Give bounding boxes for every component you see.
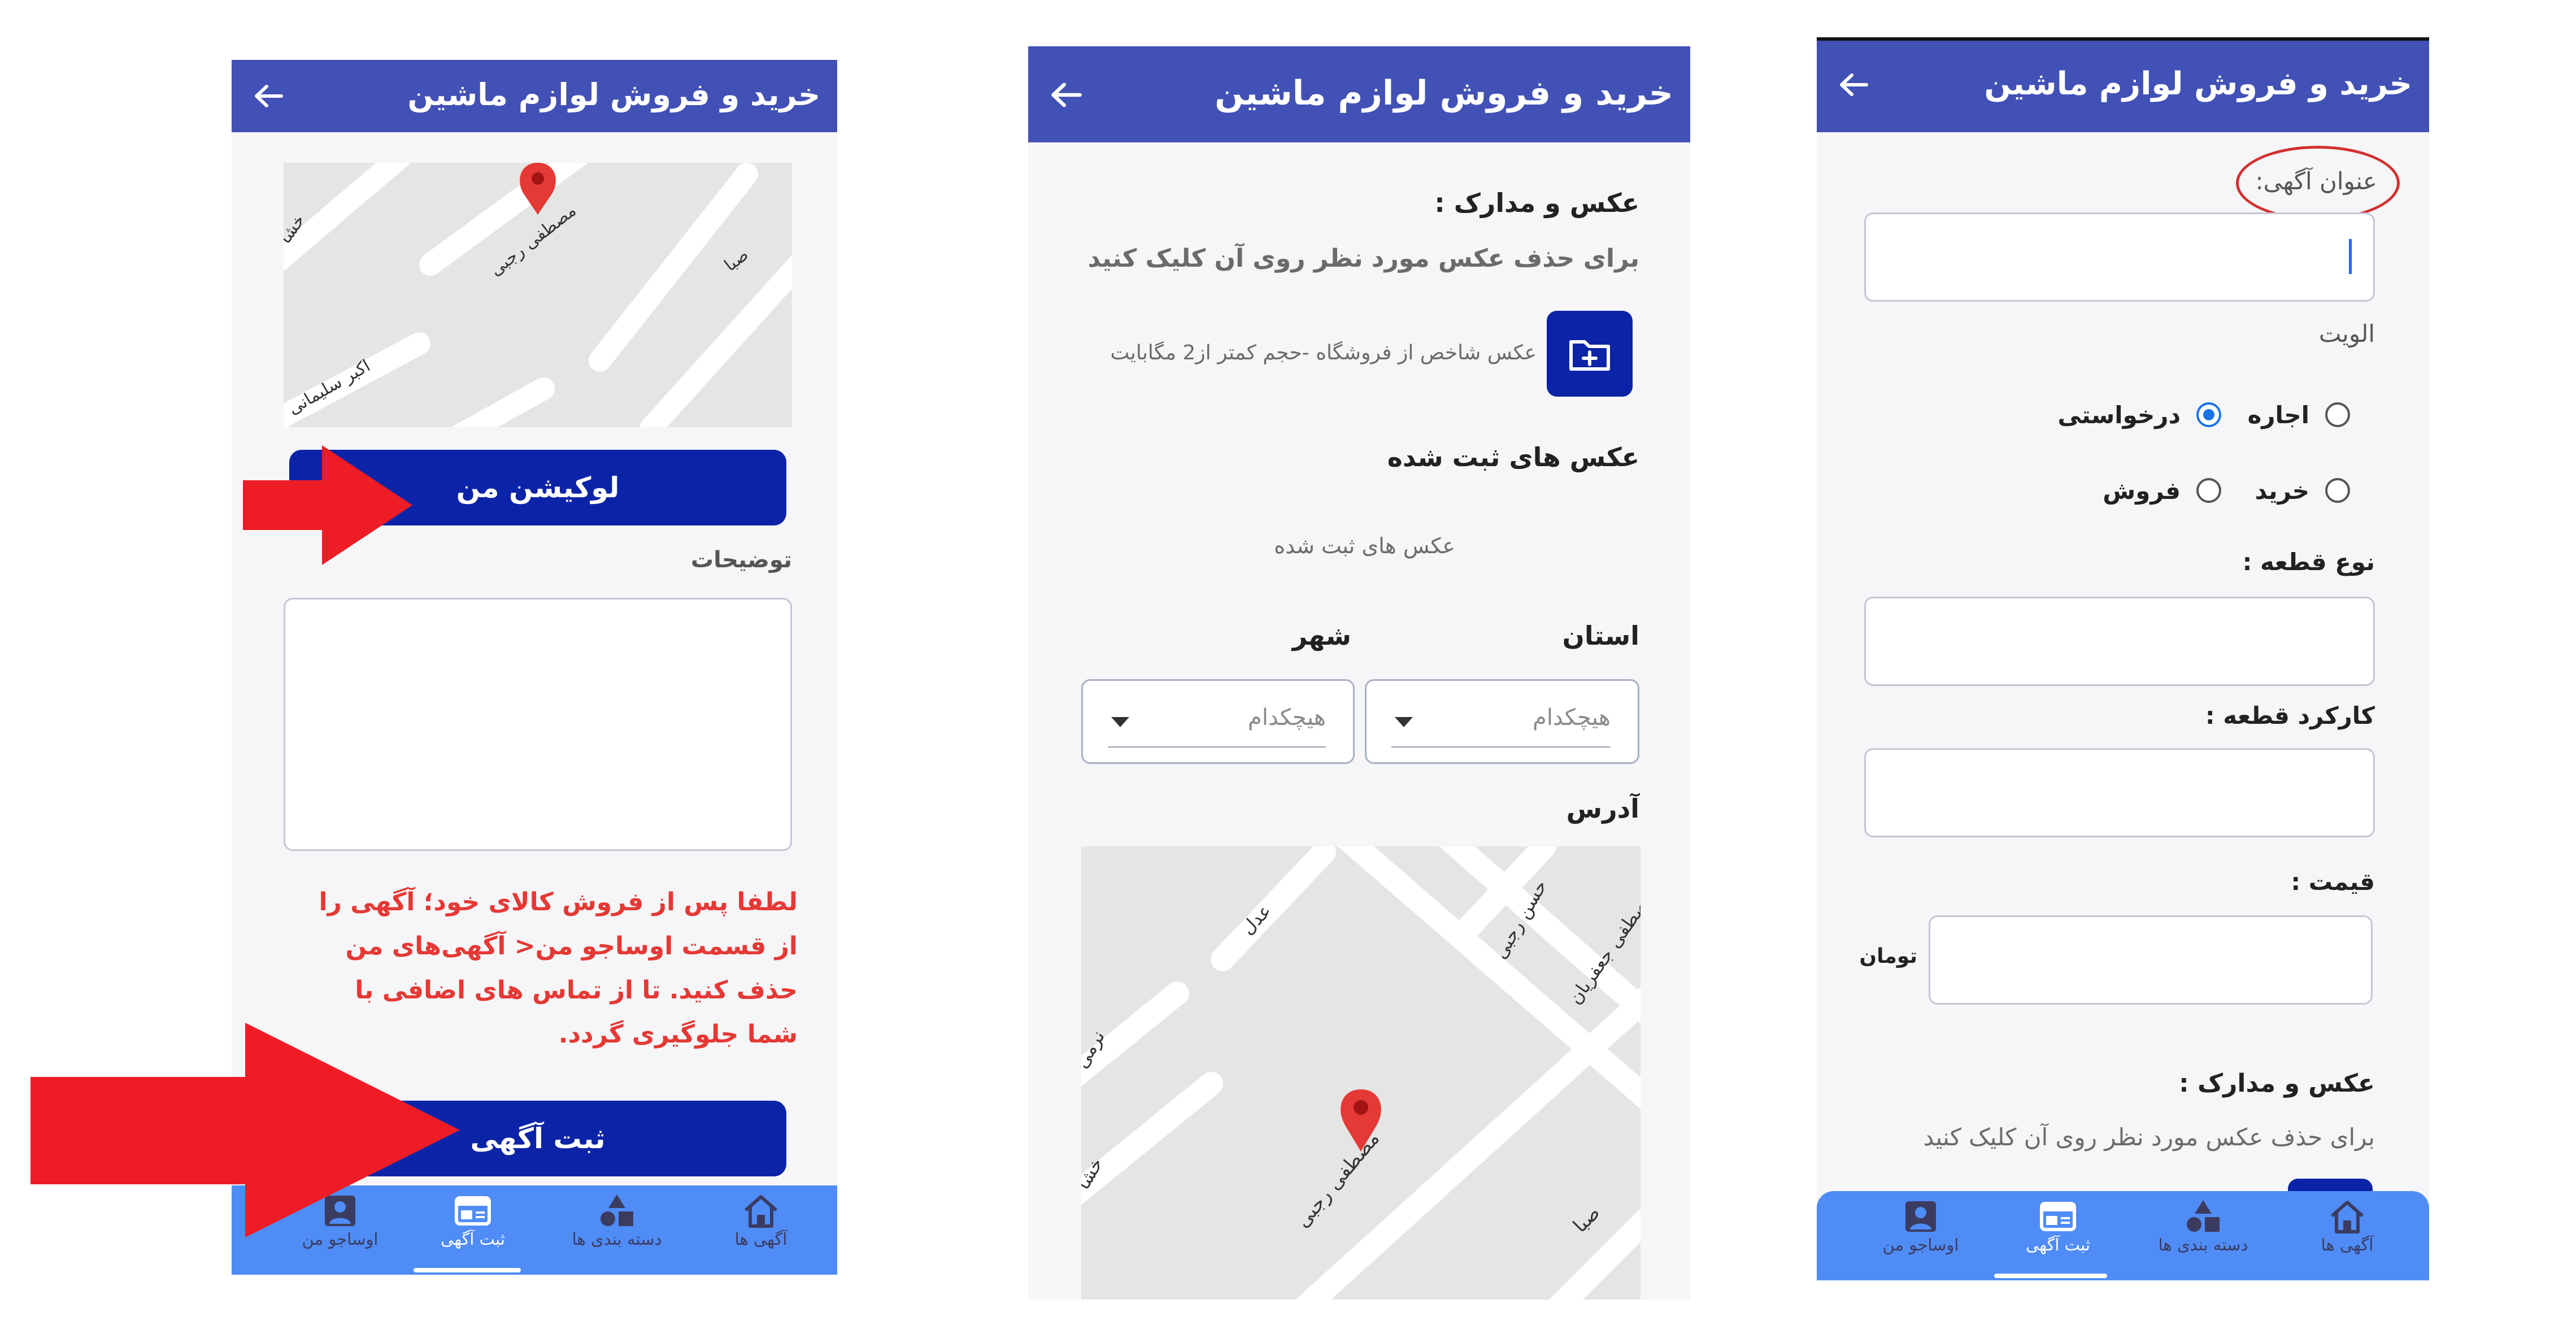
city-label: شهر: [1292, 620, 1351, 651]
text-cursor: [2349, 239, 2352, 274]
screen-middle: خرید و فروش لوازم ماشین عکس و مدارک : بر…: [1028, 46, 1690, 1300]
description-textarea[interactable]: [284, 598, 792, 851]
upload-photo-button[interactable]: [1547, 311, 1633, 397]
folder-plus-icon: [1569, 340, 1610, 371]
ad-title-input[interactable]: [1864, 212, 2375, 302]
part-usage-label: کارکرد قطعه :: [2205, 702, 2375, 729]
part-usage-input[interactable]: [1864, 748, 2375, 837]
priority-label: الویت: [2318, 320, 2375, 347]
docs-hint: برای حذف عکس مورد نظر روی آن کلیک کنید: [1087, 244, 1639, 273]
price-input[interactable]: [1929, 915, 2373, 1005]
radio-request-label: درخواستی: [2057, 401, 2181, 429]
app-title: خرید و فروش لوازم ماشین: [1215, 73, 1673, 113]
saved-photos-label: عکس های ثبت شده: [1387, 442, 1639, 472]
radio-buy[interactable]: [2325, 478, 2350, 503]
ad-card-icon: [2040, 1202, 2076, 1231]
radio-buy-label: خرید: [2255, 477, 2309, 505]
arrow-left-icon[interactable]: [1050, 81, 1082, 108]
address-map[interactable]: حسن رجبی مصطفی جعفریان عدل نرمی مصطفی رج…: [1081, 846, 1641, 1300]
app-title: خرید و فروش لوازم ماشین: [407, 77, 820, 112]
active-tab-indicator: [414, 1268, 521, 1272]
chevron-down-icon: [1395, 717, 1413, 727]
nav-item-my-account[interactable]: اوساجو من: [1864, 1191, 1977, 1280]
screen-right: خرید و فروش لوازم ماشین عنوان آگهی: الوی…: [1817, 37, 2429, 1280]
price-label: قیمت :: [2291, 868, 2375, 896]
province-label: استان: [1562, 620, 1639, 651]
city-select[interactable]: هیچکدام: [1081, 679, 1355, 764]
upload-hint: عکس شاخص از فروشگاه -حجم کمتر از2 مگابای…: [1110, 341, 1537, 364]
address-label: آدرس: [1566, 793, 1639, 824]
annotation-arrow-submit: [31, 1023, 460, 1237]
radio-sell[interactable]: [2196, 478, 2221, 503]
bottom-nav: آگهی ها دسته بندی ها ثبت آگهی اوساجو من: [1817, 1191, 2429, 1280]
shapes-icon: [601, 1194, 633, 1226]
nav-item-ads[interactable]: آگهی ها: [2294, 1191, 2401, 1280]
radio-sell-label: فروش: [2103, 477, 2181, 505]
map-roads: [1081, 846, 1641, 1300]
nav-label: دسته بندی ها: [572, 1230, 662, 1249]
shapes-icon: [2187, 1200, 2220, 1232]
nav-item-categories[interactable]: دسته بندی ها: [560, 1185, 673, 1275]
nav-item-post-ad[interactable]: ثبت آگهی: [2010, 1191, 2106, 1280]
nav-item-ads[interactable]: آگهی ها: [707, 1185, 815, 1275]
nav-label: آگهی ها: [734, 1230, 787, 1249]
app-title: خرید و فروش لوازم ماشین: [1984, 66, 2412, 102]
arrow-left-icon[interactable]: [1838, 72, 1869, 97]
select-value: هیچکدام: [1533, 705, 1611, 731]
select-underline: [1391, 746, 1611, 748]
location-map[interactable]: مصطفی رجبی صبا اکبر سلیمانی خشا: [284, 163, 792, 427]
select-value: هیچکدام: [1248, 705, 1326, 731]
nav-label: اوساجو من: [1882, 1235, 1959, 1254]
active-tab-indicator: [1994, 1274, 2107, 1278]
description-label: توضیحات: [690, 547, 792, 573]
home-icon: [2331, 1201, 2364, 1233]
saved-photos-placeholder: عکس های ثبت شده: [1274, 533, 1455, 558]
app-bar: خرید و فروش لوازم ماشین: [232, 60, 837, 132]
docs-label: عکس و مدارک :: [2179, 1069, 2375, 1098]
radio-rent-label: اجاره: [2247, 401, 2309, 429]
currency-label: تومان: [1859, 945, 1917, 968]
app-bar: خرید و فروش لوازم ماشین: [1817, 41, 2429, 132]
select-underline: [1108, 746, 1326, 748]
nav-label: ثبت آگهی: [2026, 1235, 2090, 1254]
chevron-down-icon: [1111, 717, 1129, 727]
nav-label: دسته بندی ها: [2158, 1235, 2248, 1254]
province-select[interactable]: هیچکدام: [1365, 679, 1639, 764]
ad-title-label: عنوان آگهی:: [2255, 167, 2377, 195]
radio-rent[interactable]: [2325, 402, 2350, 427]
docs-label: عکس و مدارک :: [1434, 188, 1639, 218]
nav-item-categories[interactable]: دسته بندی ها: [2141, 1191, 2265, 1280]
docs-hint: برای حذف عکس مورد نظر روی آن کلیک کنید: [1923, 1123, 2375, 1151]
person-icon: [1905, 1201, 1936, 1232]
arrow-left-icon[interactable]: [253, 84, 284, 108]
part-type-input[interactable]: [1864, 597, 2375, 686]
app-bar: خرید و فروش لوازم ماشین: [1028, 46, 1690, 142]
home-icon: [745, 1195, 777, 1228]
annotation-arrow-location: [243, 445, 412, 565]
part-type-label: نوع قطعه :: [2242, 548, 2375, 576]
nav-label: آگهی ها: [2321, 1235, 2374, 1254]
map-roads: [284, 163, 792, 427]
radio-request[interactable]: [2196, 402, 2221, 427]
